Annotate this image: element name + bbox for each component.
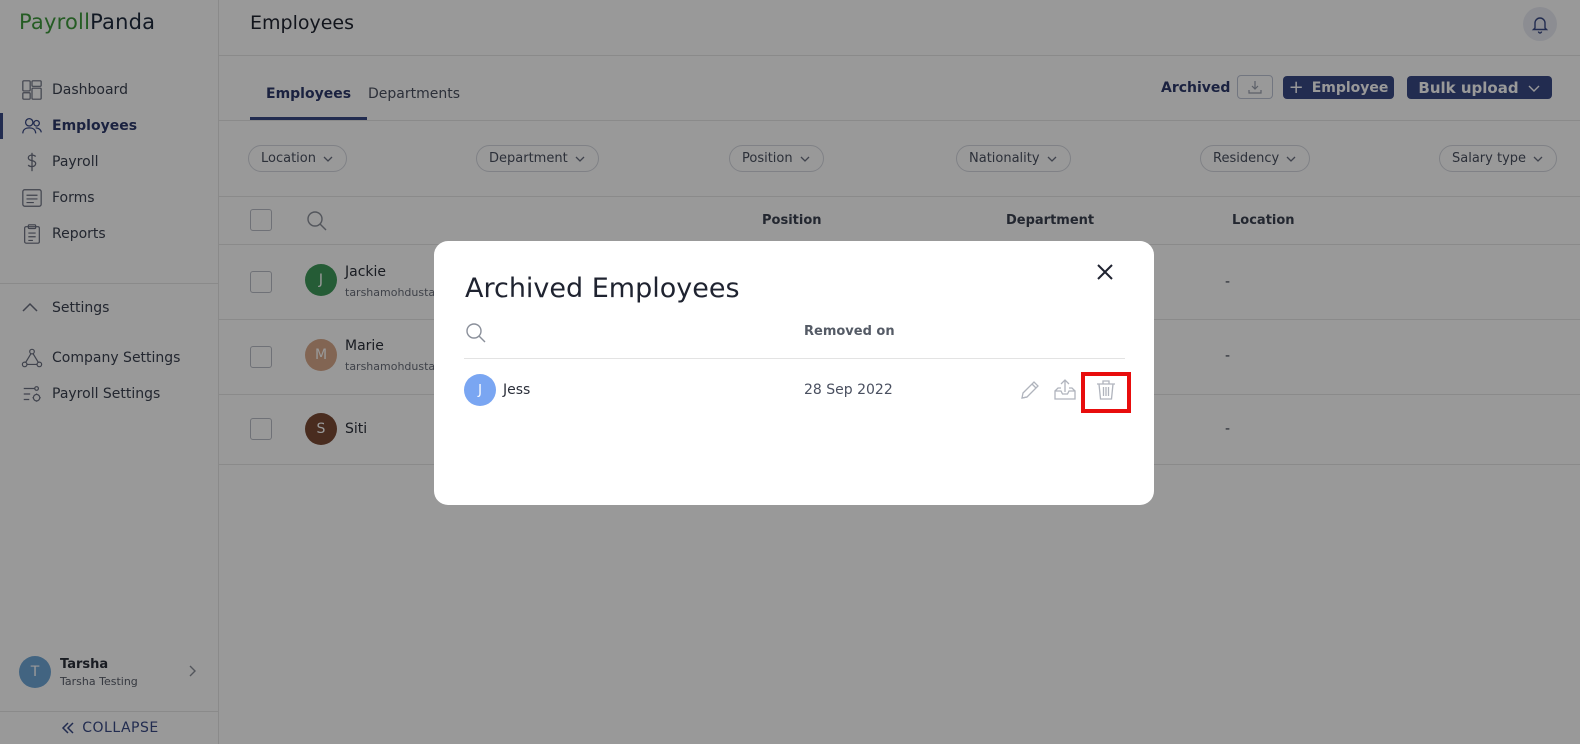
close-icon[interactable]	[1096, 263, 1114, 281]
search-icon[interactable]	[464, 321, 488, 345]
modal-divider	[464, 358, 1125, 359]
edit-pencil-icon[interactable]	[1017, 377, 1043, 403]
column-header-removed-on[interactable]: Removed on	[804, 324, 895, 339]
avatar: J	[464, 374, 496, 406]
archived-employee-name: Jess	[503, 382, 531, 398]
removed-on-date: 28 Sep 2022	[804, 382, 893, 398]
delete-highlight-box	[1081, 372, 1131, 413]
archived-employees-modal: Archived Employees Removed on J Jess 28 …	[434, 241, 1154, 505]
modal-title: Archived Employees	[465, 273, 740, 304]
unarchive-icon[interactable]	[1052, 377, 1078, 403]
